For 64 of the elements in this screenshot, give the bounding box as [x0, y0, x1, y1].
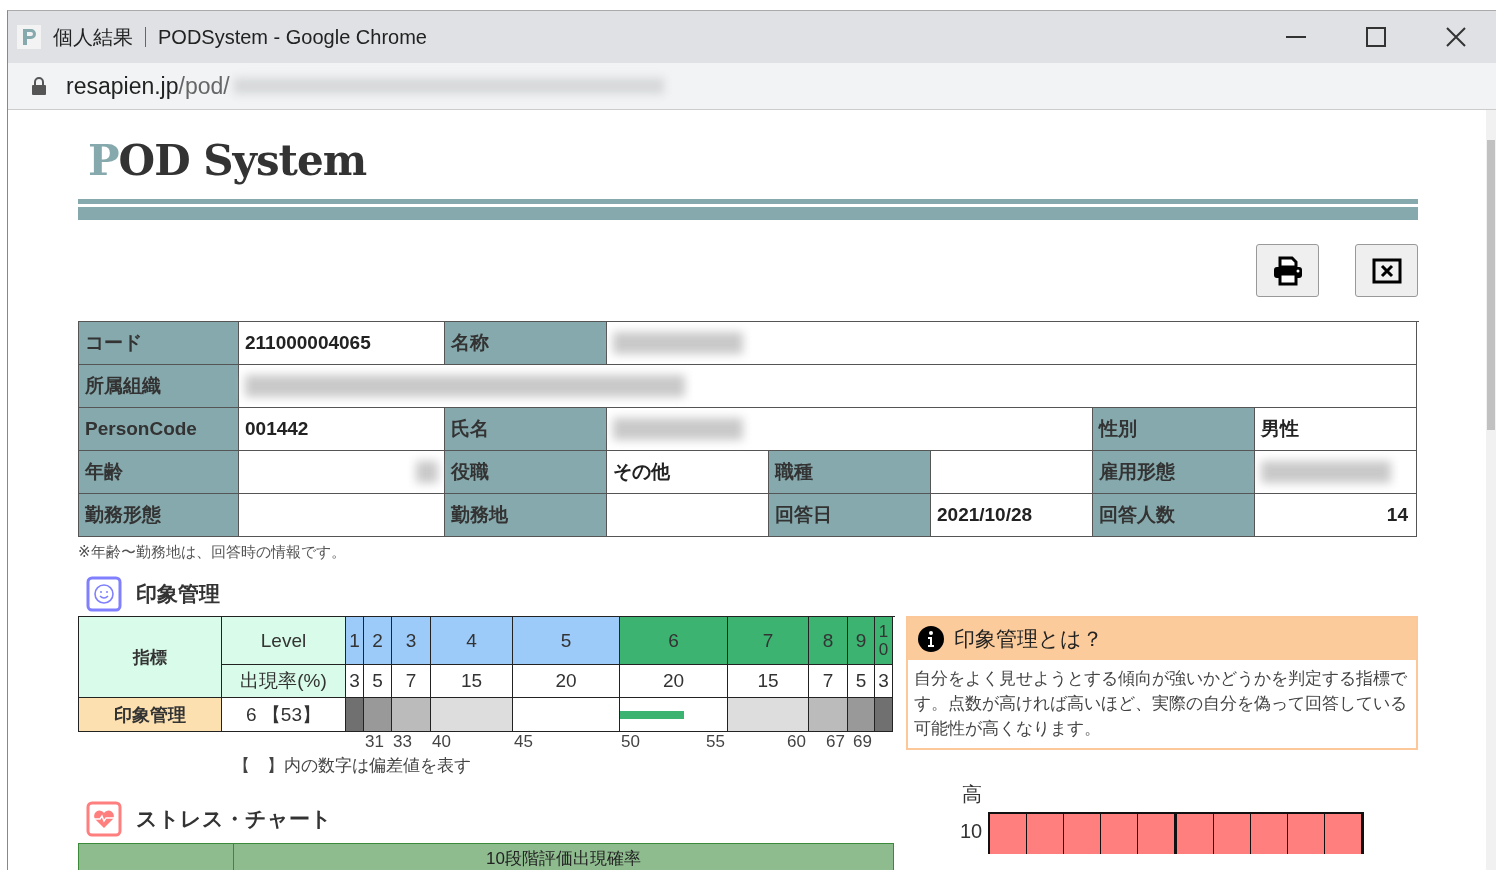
print-button[interactable]: [1256, 244, 1319, 297]
level-header: 3: [392, 617, 431, 665]
close-button[interactable]: [1355, 244, 1418, 297]
close-icon: [1371, 257, 1402, 284]
window-title: PODSystem - Google Chrome: [158, 25, 427, 49]
level-header: 7: [728, 617, 809, 665]
url-path[interactable]: /pod/: [178, 72, 230, 100]
print-icon: [1271, 255, 1304, 286]
scale-tick: 33: [393, 732, 412, 753]
field-label: 性別: [1093, 408, 1255, 451]
scale-tick: 69: [853, 732, 872, 753]
field-label: 回答人数: [1093, 494, 1255, 537]
scale-tick: 31: [365, 732, 384, 753]
lock-icon: [32, 77, 46, 95]
level-header: 5: [513, 617, 620, 665]
level-header: 8: [809, 617, 848, 665]
info-title: 印象管理とは？: [954, 626, 1103, 652]
scale-tick: 60: [787, 732, 806, 753]
level-header: 6: [620, 617, 728, 665]
field-label: 役職: [445, 451, 607, 494]
table-header: Level: [222, 617, 346, 665]
field-label: 勤務形態: [79, 494, 239, 537]
level-header: 10: [875, 617, 893, 665]
field-label: コード: [79, 322, 239, 365]
field-label: 回答日: [769, 494, 931, 537]
logo: POD System: [88, 136, 367, 185]
site-favicon: [21, 27, 37, 47]
url-host[interactable]: resapien.jp: [66, 72, 179, 100]
level-header: 1: [346, 617, 364, 665]
field-label: 名称: [445, 322, 607, 365]
section-title: 印象管理: [136, 581, 220, 607]
field-label: 所属組織: [79, 365, 239, 408]
field-label: 職種: [769, 451, 931, 494]
row-label: 印象管理: [79, 698, 222, 732]
scale-tick: 67: [826, 732, 845, 753]
table-cell: 男性: [1255, 408, 1417, 451]
table-header: 10段階評価出現確率: [486, 848, 641, 870]
level-header: 9: [848, 617, 875, 665]
table-cell: 14: [1255, 494, 1417, 537]
level-header: 4: [431, 617, 513, 665]
page-title: 個人結果: [53, 24, 133, 50]
table-header: 指標: [79, 617, 222, 698]
heart-pulse-icon: [86, 801, 122, 837]
table-header: 出現率(%): [222, 665, 346, 698]
field-label: 勤務地: [445, 494, 607, 537]
field-label: 年齢: [79, 451, 239, 494]
blurred-text: [416, 461, 438, 483]
info-icon: [918, 626, 944, 652]
level-header: 2: [364, 617, 392, 665]
axis-label: 高: [962, 782, 983, 807]
scale-tick: 50: [621, 732, 640, 753]
info-note: ※年齢〜勤務地は、回答時の情報です。: [78, 543, 347, 562]
field-label: 氏名: [445, 408, 607, 451]
scale-tick: 45: [514, 732, 533, 753]
axis-label: 10: [960, 819, 984, 843]
scrollbar[interactable]: [1486, 110, 1496, 870]
footnote: 【 】内の数字は偏差値を表す: [233, 755, 472, 777]
field-label: 雇用形態: [1093, 451, 1255, 494]
smiley-icon: [86, 576, 122, 612]
field-label: PersonCode: [79, 408, 239, 451]
info-text: 自分をよく見せようとする傾向が強いかどうかを判定する指標です。点数が高ければ高いほど、実際の自分を偽って回答している可能性が高くなります。: [913, 668, 1408, 740]
scale-tick: 40: [432, 732, 451, 753]
section-title: ストレス・チャート: [136, 806, 332, 832]
scale-tick: 55: [706, 732, 725, 753]
